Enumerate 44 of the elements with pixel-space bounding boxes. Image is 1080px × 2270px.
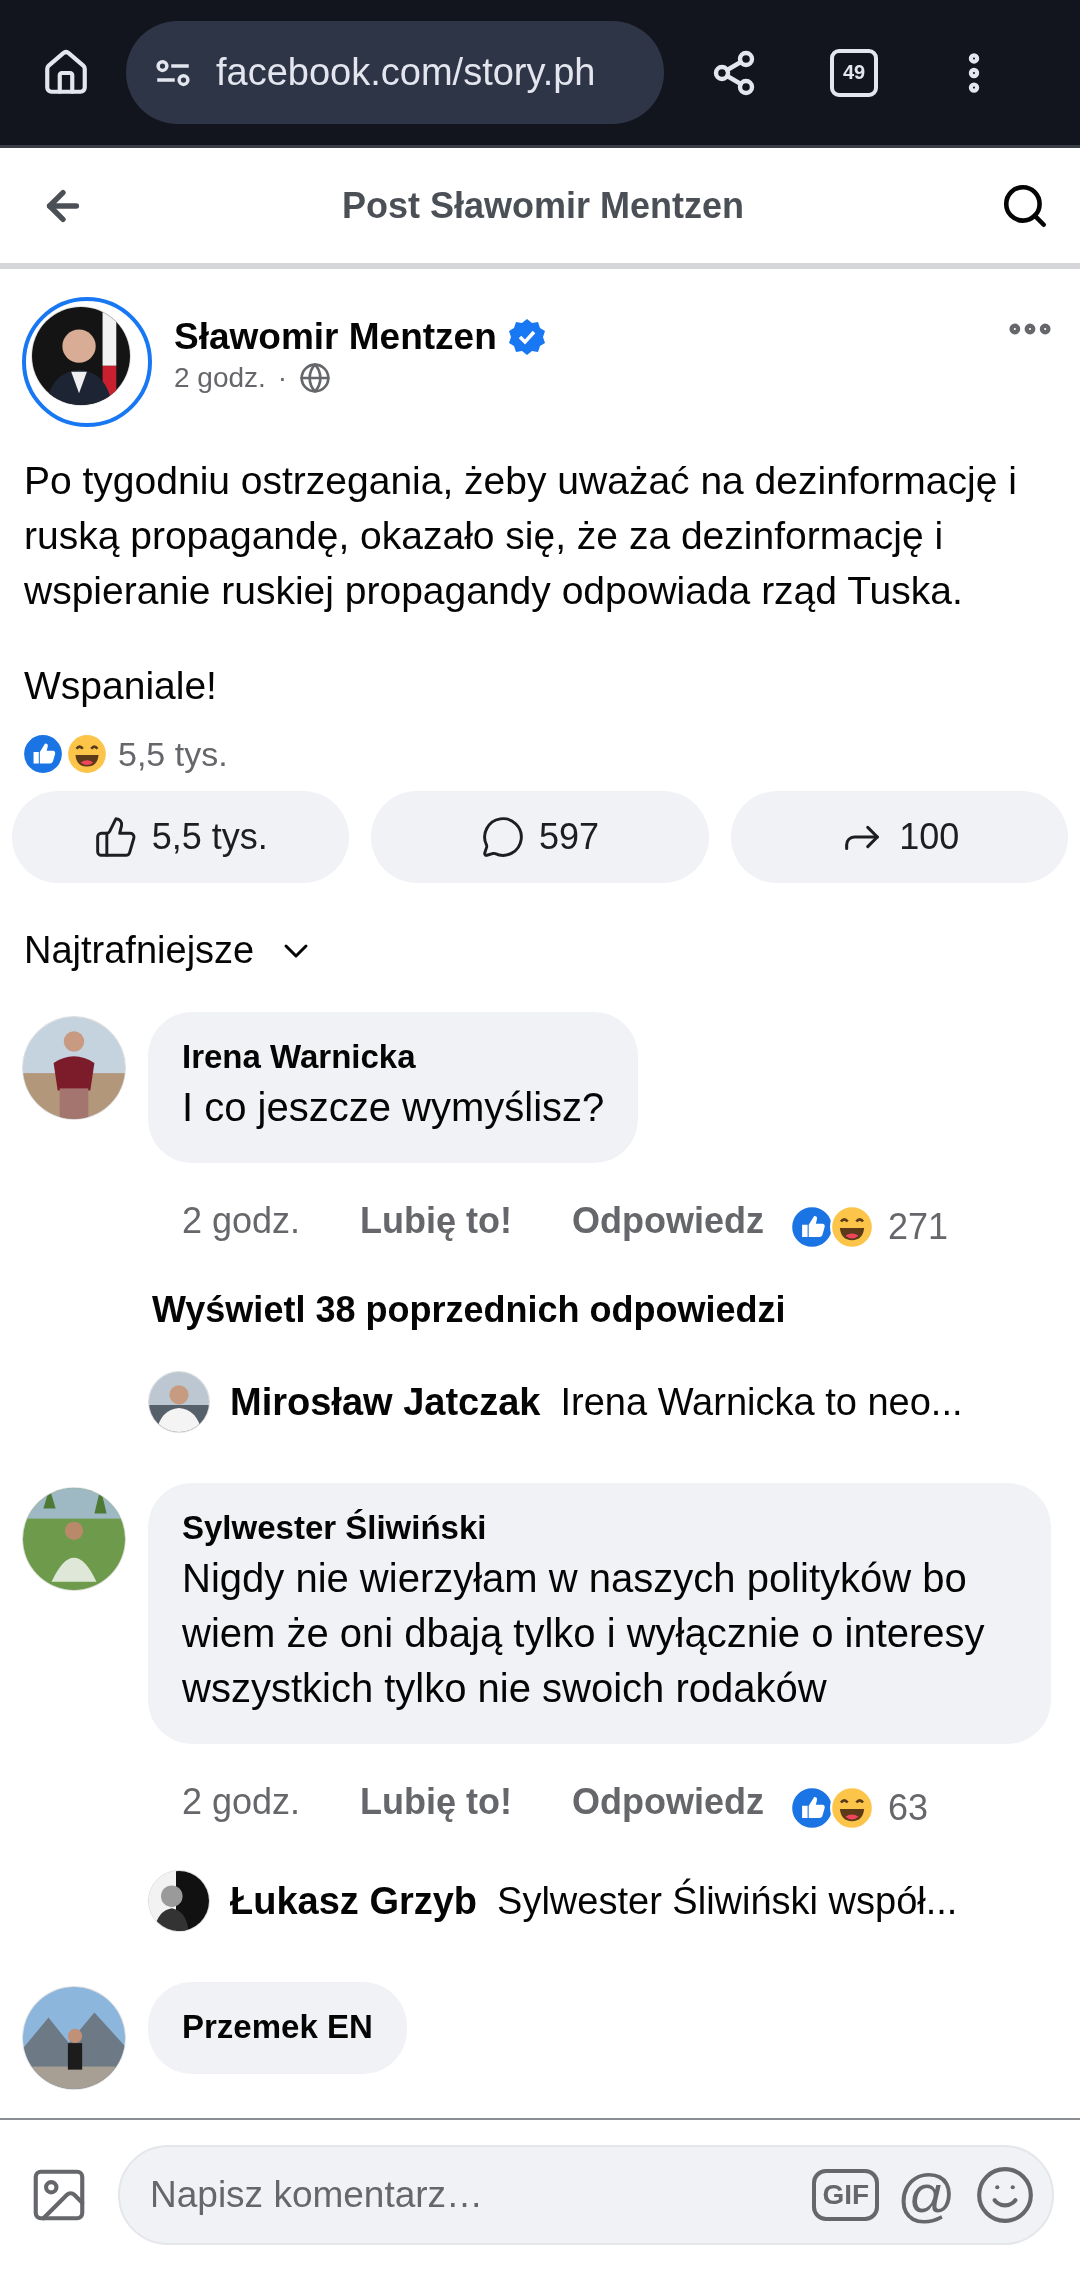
like-button[interactable]: 5,5 tys.: [12, 791, 350, 883]
comment-author[interactable]: Sylwester Śliwiński: [182, 1509, 1017, 1547]
reply-author[interactable]: Łukasz Grzyb: [230, 1879, 478, 1923]
like-link[interactable]: Lubię to!: [360, 1781, 513, 1823]
like-link[interactable]: Lubię to!: [360, 1200, 513, 1242]
laughing-emoji-icon: [66, 733, 108, 775]
emoji-button[interactable]: [974, 2164, 1036, 2226]
comment-author[interactable]: Przemek EN: [182, 2008, 373, 2046]
laughing-emoji-icon: [830, 1205, 875, 1249]
tab-count[interactable]: 49: [830, 48, 878, 97]
reply-link[interactable]: Odpowiedz: [572, 1781, 765, 1823]
laughing-emoji-icon: [830, 1786, 875, 1830]
view-replies-link[interactable]: Wyświetl 38 poprzednich odpowiedzi: [152, 1289, 786, 1331]
globe-icon: [299, 362, 332, 394]
reaction-count[interactable]: 5,5 tys.: [118, 734, 228, 774]
reply-text[interactable]: Sylwester Śliwiński współ...: [497, 1879, 958, 1923]
reply-author[interactable]: Mirosław Jatczak: [230, 1380, 541, 1424]
reaction-count[interactable]: 271: [888, 1206, 949, 1248]
url-text: facebook.com/story.ph: [216, 51, 596, 94]
comment-button[interactable]: 597: [371, 791, 709, 883]
avatar-ring[interactable]: [22, 297, 152, 427]
separator-dot: ·: [277, 362, 288, 394]
reply-link[interactable]: Odpowiedz: [572, 1200, 765, 1242]
gif-button[interactable]: GIF: [812, 2169, 880, 2221]
reply-text[interactable]: Irena Warnicka to neo...: [560, 1380, 963, 1424]
reaction-count[interactable]: 63: [888, 1787, 929, 1829]
post-text: Po tygodniu ostrzegania, żeby uważać na dezinformację i ruską propagandę, okazało się, że za dezinformację i wspieranie ruskiej propagandy odpowiada rząd Tuska.: [24, 458, 1018, 614]
like-reaction-icon: [22, 733, 64, 775]
share-button[interactable]: 100: [730, 791, 1068, 883]
author-name[interactable]: Sławomir Mentzen: [174, 316, 497, 358]
comment-icon: [480, 815, 525, 859]
comment-time: 2 godz.: [182, 1781, 301, 1823]
comment-time: 2 godz.: [182, 1200, 301, 1242]
thumbs-up-icon: [93, 815, 138, 859]
comment-text: I co jeszcze wymyślisz?: [182, 1084, 605, 1131]
comment-text: Nigdy nie wierzyłam w naszych polityków bo wiem że oni dbają tylko i wyłącznie o interesy wszystkich tylko nie swoich rodaków: [182, 1555, 986, 1712]
page-title: Post Sławomir Mentzen: [340, 184, 746, 227]
comment-field[interactable]: Napisz komentarz… GIF @: [118, 2145, 1054, 2245]
post-text: Wspaniale!: [24, 663, 218, 709]
address-bar[interactable]: facebook.com/story.ph: [126, 21, 664, 124]
mention-button[interactable]: @: [893, 2166, 960, 2224]
post-time: 2 godz.: [174, 362, 266, 394]
sort-dropdown[interactable]: Najtrafniejsze: [24, 929, 317, 972]
comment-author[interactable]: Irena Warnicka: [182, 1038, 605, 1076]
